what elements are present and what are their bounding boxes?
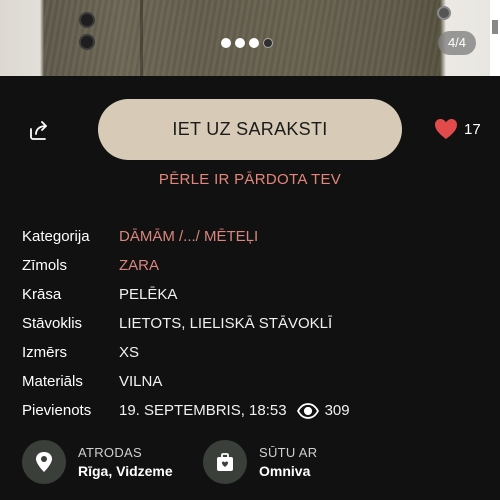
shipping-value: Omniva <box>259 463 311 479</box>
location-icon-circle <box>22 440 66 484</box>
detail-value: VILNA <box>119 373 163 390</box>
photo-gallery[interactable]: 4/4 <box>0 0 500 76</box>
shipping-icon-circle <box>203 440 247 484</box>
location-info: ATRODAS Rīga, Vidzeme <box>22 440 173 484</box>
detail-label: Krāsa <box>22 286 62 303</box>
coat-button-image <box>79 12 95 28</box>
sold-notice: PĒRLE IR PĀRDOTA TEV <box>158 171 342 188</box>
detail-value: LIETOTS, LIELISKĀ STĀVOKLĪ <box>119 315 333 332</box>
detail-label: Zīmols <box>22 257 67 274</box>
share-icon <box>30 121 47 140</box>
go-to-list-button[interactable]: IET UZ SARAKSTI <box>98 99 402 160</box>
package-icon <box>217 453 233 471</box>
added-date: 19. SEPTEMBRIS, 18:53 <box>119 402 287 419</box>
pagination-dot[interactable] <box>249 38 259 48</box>
photo-counter: 4/4 <box>438 31 476 55</box>
detail-value-added: 19. SEPTEMBRIS, 18:53 309 <box>119 402 350 419</box>
views-count: 309 <box>324 402 350 419</box>
wall-knob-image <box>437 6 451 20</box>
detail-label: Izmērs <box>22 344 67 361</box>
eye-icon <box>296 402 319 419</box>
detail-label: Materiāls <box>22 373 83 390</box>
pagination-dot[interactable] <box>221 38 231 48</box>
location-pin-icon <box>36 452 52 472</box>
gallery-pagination[interactable] <box>221 38 273 48</box>
coat-seam <box>140 0 143 76</box>
brand-link[interactable]: ZARA <box>119 257 159 274</box>
detail-label: Pievienots <box>22 402 92 419</box>
detail-label: Stāvoklis <box>22 315 83 332</box>
shipping-info: SŪTU AR Omniva <box>203 440 317 484</box>
detail-value: PELĒKA <box>119 286 178 303</box>
detail-label: Kategorija <box>22 228 90 245</box>
shipping-label: SŪTU AR <box>259 445 318 460</box>
share-button[interactable] <box>26 117 52 143</box>
pagination-dot-active[interactable] <box>263 38 273 48</box>
location-value: Rīga, Vidzeme <box>78 463 173 479</box>
scroll-edge <box>490 0 500 76</box>
coat-button-image <box>79 34 95 50</box>
heart-icon <box>435 119 457 139</box>
favorite-count: 17 <box>464 120 481 138</box>
location-label: ATRODAS <box>78 445 142 460</box>
category-link[interactable]: DĀMĀM /.../ MĒTEĻI <box>119 228 258 245</box>
detail-value: XS <box>119 344 140 361</box>
favorite-button[interactable]: 17 <box>434 118 481 140</box>
views-counter: 309 <box>296 402 350 419</box>
pagination-dot[interactable] <box>235 38 245 48</box>
